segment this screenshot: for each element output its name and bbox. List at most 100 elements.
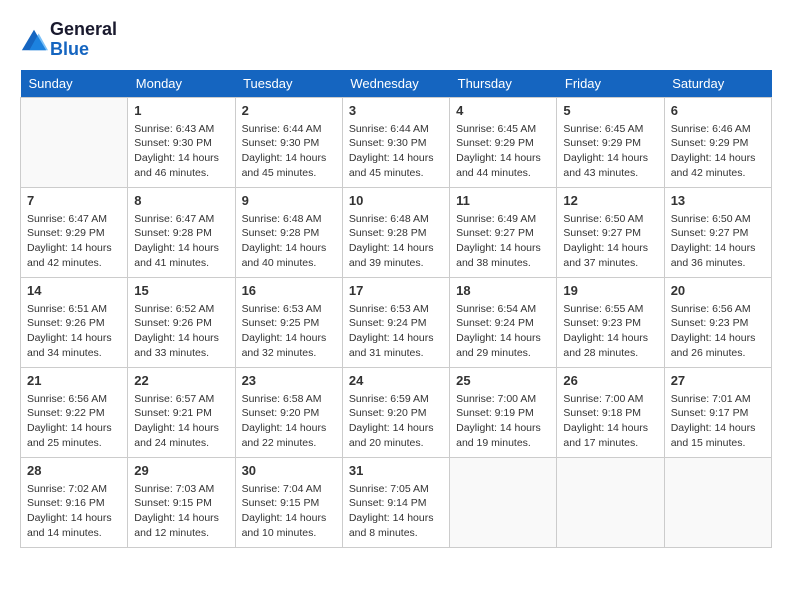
day-number: 26 <box>563 372 657 390</box>
sunrise: Sunrise: 6:54 AM <box>456 302 550 317</box>
weekday-header-saturday: Saturday <box>664 70 771 98</box>
calendar-cell: 11 Sunrise: 6:49 AM Sunset: 9:27 PM Dayl… <box>450 187 557 277</box>
sunset: Sunset: 9:21 PM <box>134 406 228 421</box>
day-info: Sunrise: 6:58 AM Sunset: 9:20 PM Dayligh… <box>242 392 336 451</box>
sunset: Sunset: 9:30 PM <box>349 136 443 151</box>
day-number: 10 <box>349 192 443 210</box>
day-info: Sunrise: 6:53 AM Sunset: 9:25 PM Dayligh… <box>242 302 336 361</box>
calendar-week-2: 7 Sunrise: 6:47 AM Sunset: 9:29 PM Dayli… <box>21 187 772 277</box>
day-info: Sunrise: 7:02 AM Sunset: 9:16 PM Dayligh… <box>27 482 121 541</box>
daylight: Daylight: 14 hours and 29 minutes. <box>456 331 550 360</box>
calendar-cell: 20 Sunrise: 6:56 AM Sunset: 9:23 PM Dayl… <box>664 277 771 367</box>
sunrise: Sunrise: 7:04 AM <box>242 482 336 497</box>
daylight: Daylight: 14 hours and 32 minutes. <box>242 331 336 360</box>
calendar-cell: 25 Sunrise: 7:00 AM Sunset: 9:19 PM Dayl… <box>450 367 557 457</box>
calendar-cell: 4 Sunrise: 6:45 AM Sunset: 9:29 PM Dayli… <box>450 97 557 187</box>
calendar-cell: 27 Sunrise: 7:01 AM Sunset: 9:17 PM Dayl… <box>664 367 771 457</box>
day-info: Sunrise: 6:51 AM Sunset: 9:26 PM Dayligh… <box>27 302 121 361</box>
daylight: Daylight: 14 hours and 19 minutes. <box>456 421 550 450</box>
daylight: Daylight: 14 hours and 43 minutes. <box>563 151 657 180</box>
day-number: 2 <box>242 102 336 120</box>
day-info: Sunrise: 6:53 AM Sunset: 9:24 PM Dayligh… <box>349 302 443 361</box>
calendar-cell: 15 Sunrise: 6:52 AM Sunset: 9:26 PM Dayl… <box>128 277 235 367</box>
sunrise: Sunrise: 6:47 AM <box>27 212 121 227</box>
sunset: Sunset: 9:29 PM <box>27 226 121 241</box>
daylight: Daylight: 14 hours and 42 minutes. <box>27 241 121 270</box>
calendar-week-4: 21 Sunrise: 6:56 AM Sunset: 9:22 PM Dayl… <box>21 367 772 457</box>
day-number: 12 <box>563 192 657 210</box>
sunrise: Sunrise: 6:48 AM <box>242 212 336 227</box>
calendar-cell: 2 Sunrise: 6:44 AM Sunset: 9:30 PM Dayli… <box>235 97 342 187</box>
calendar-cell: 7 Sunrise: 6:47 AM Sunset: 9:29 PM Dayli… <box>21 187 128 277</box>
day-number: 17 <box>349 282 443 300</box>
daylight: Daylight: 14 hours and 45 minutes. <box>242 151 336 180</box>
weekday-header-monday: Monday <box>128 70 235 98</box>
sunset: Sunset: 9:15 PM <box>134 496 228 511</box>
calendar-cell <box>450 457 557 547</box>
day-number: 24 <box>349 372 443 390</box>
day-info: Sunrise: 6:47 AM Sunset: 9:29 PM Dayligh… <box>27 212 121 271</box>
sunset: Sunset: 9:29 PM <box>671 136 765 151</box>
logo-text: General Blue <box>50 20 117 60</box>
sunrise: Sunrise: 6:48 AM <box>349 212 443 227</box>
calendar-cell: 9 Sunrise: 6:48 AM Sunset: 9:28 PM Dayli… <box>235 187 342 277</box>
sunset: Sunset: 9:29 PM <box>456 136 550 151</box>
calendar-body: 1 Sunrise: 6:43 AM Sunset: 9:30 PM Dayli… <box>21 97 772 547</box>
sunrise: Sunrise: 7:00 AM <box>563 392 657 407</box>
day-number: 25 <box>456 372 550 390</box>
sunset: Sunset: 9:27 PM <box>563 226 657 241</box>
daylight: Daylight: 14 hours and 31 minutes. <box>349 331 443 360</box>
day-info: Sunrise: 6:54 AM Sunset: 9:24 PM Dayligh… <box>456 302 550 361</box>
sunset: Sunset: 9:17 PM <box>671 406 765 421</box>
sunrise: Sunrise: 7:02 AM <box>27 482 121 497</box>
day-number: 16 <box>242 282 336 300</box>
weekday-header-tuesday: Tuesday <box>235 70 342 98</box>
day-number: 1 <box>134 102 228 120</box>
calendar-cell: 29 Sunrise: 7:03 AM Sunset: 9:15 PM Dayl… <box>128 457 235 547</box>
day-number: 31 <box>349 462 443 480</box>
sunrise: Sunrise: 7:05 AM <box>349 482 443 497</box>
sunrise: Sunrise: 6:44 AM <box>349 122 443 137</box>
daylight: Daylight: 14 hours and 12 minutes. <box>134 511 228 540</box>
day-info: Sunrise: 7:03 AM Sunset: 9:15 PM Dayligh… <box>134 482 228 541</box>
sunrise: Sunrise: 6:59 AM <box>349 392 443 407</box>
day-number: 20 <box>671 282 765 300</box>
calendar-table: SundayMondayTuesdayWednesdayThursdayFrid… <box>20 70 772 548</box>
sunrise: Sunrise: 6:56 AM <box>27 392 121 407</box>
sunrise: Sunrise: 6:51 AM <box>27 302 121 317</box>
sunrise: Sunrise: 6:45 AM <box>456 122 550 137</box>
sunset: Sunset: 9:15 PM <box>242 496 336 511</box>
calendar-cell: 16 Sunrise: 6:53 AM Sunset: 9:25 PM Dayl… <box>235 277 342 367</box>
calendar-cell: 17 Sunrise: 6:53 AM Sunset: 9:24 PM Dayl… <box>342 277 449 367</box>
sunrise: Sunrise: 6:57 AM <box>134 392 228 407</box>
sunset: Sunset: 9:27 PM <box>456 226 550 241</box>
calendar-cell: 6 Sunrise: 6:46 AM Sunset: 9:29 PM Dayli… <box>664 97 771 187</box>
sunrise: Sunrise: 6:43 AM <box>134 122 228 137</box>
calendar-cell: 8 Sunrise: 6:47 AM Sunset: 9:28 PM Dayli… <box>128 187 235 277</box>
sunset: Sunset: 9:26 PM <box>134 316 228 331</box>
sunset: Sunset: 9:18 PM <box>563 406 657 421</box>
daylight: Daylight: 14 hours and 10 minutes. <box>242 511 336 540</box>
daylight: Daylight: 14 hours and 24 minutes. <box>134 421 228 450</box>
calendar-cell <box>21 97 128 187</box>
daylight: Daylight: 14 hours and 37 minutes. <box>563 241 657 270</box>
day-number: 23 <box>242 372 336 390</box>
sunrise: Sunrise: 6:52 AM <box>134 302 228 317</box>
day-info: Sunrise: 6:44 AM Sunset: 9:30 PM Dayligh… <box>242 122 336 181</box>
calendar-cell: 12 Sunrise: 6:50 AM Sunset: 9:27 PM Dayl… <box>557 187 664 277</box>
daylight: Daylight: 14 hours and 20 minutes. <box>349 421 443 450</box>
weekday-header-wednesday: Wednesday <box>342 70 449 98</box>
daylight: Daylight: 14 hours and 17 minutes. <box>563 421 657 450</box>
day-number: 4 <box>456 102 550 120</box>
daylight: Daylight: 14 hours and 33 minutes. <box>134 331 228 360</box>
day-info: Sunrise: 7:00 AM Sunset: 9:18 PM Dayligh… <box>563 392 657 451</box>
daylight: Daylight: 14 hours and 28 minutes. <box>563 331 657 360</box>
day-number: 19 <box>563 282 657 300</box>
sunrise: Sunrise: 7:03 AM <box>134 482 228 497</box>
day-number: 14 <box>27 282 121 300</box>
day-info: Sunrise: 6:45 AM Sunset: 9:29 PM Dayligh… <box>563 122 657 181</box>
calendar-cell: 31 Sunrise: 7:05 AM Sunset: 9:14 PM Dayl… <box>342 457 449 547</box>
sunrise: Sunrise: 6:53 AM <box>242 302 336 317</box>
page-header: General Blue <box>20 20 772 60</box>
weekday-header-thursday: Thursday <box>450 70 557 98</box>
